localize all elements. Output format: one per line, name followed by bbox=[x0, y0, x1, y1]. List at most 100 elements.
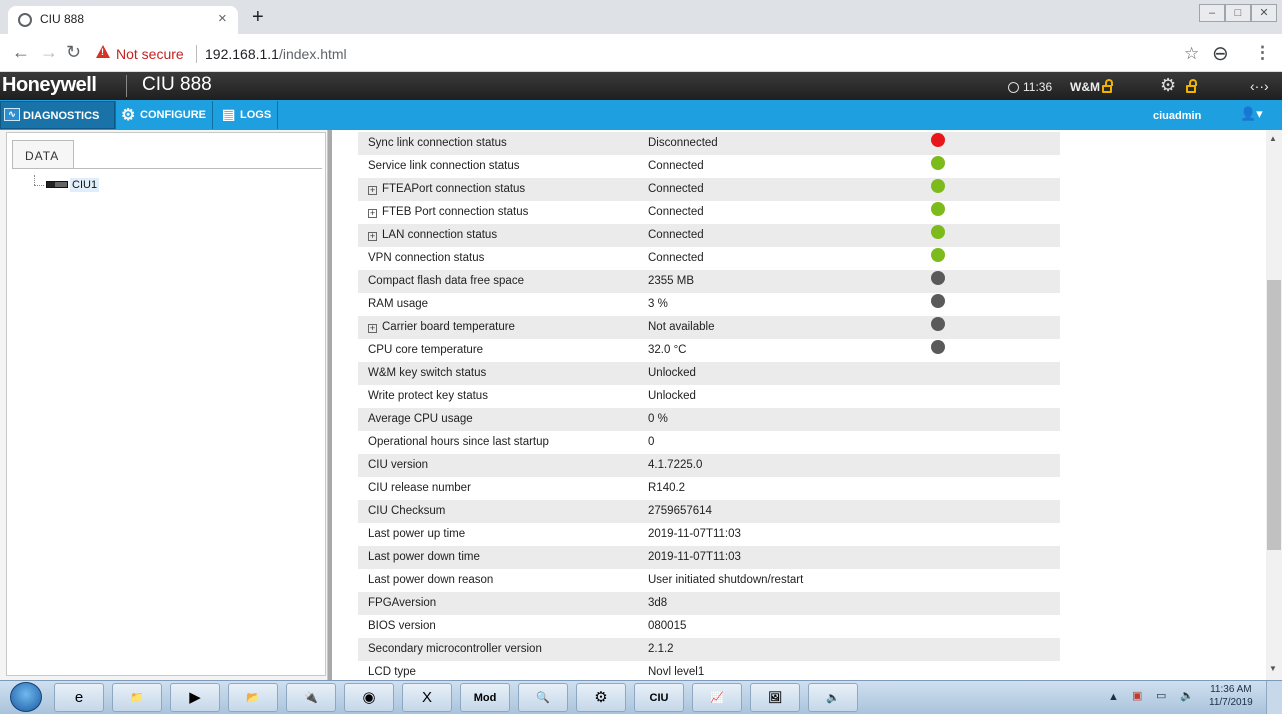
chrome-icon[interactable]: ◉ bbox=[344, 683, 394, 712]
not-secure-label[interactable]: Not secure bbox=[116, 46, 184, 62]
row-label: FPGAversion bbox=[368, 597, 437, 609]
tray-date: 11/7/2019 bbox=[1209, 697, 1253, 708]
network-status-icon[interactable]: ▣ bbox=[1132, 689, 1142, 702]
row-value: 3d8 bbox=[648, 597, 668, 609]
status-indicator-icon bbox=[931, 317, 945, 331]
table-row: CIU version 4.1.7225.0 bbox=[358, 454, 1060, 477]
table-row[interactable]: + LAN connection status Connected bbox=[358, 224, 1060, 247]
media-player-icon[interactable]: ▶ bbox=[170, 683, 220, 712]
row-value: 0 % bbox=[648, 413, 668, 425]
row-value: 2759657614 bbox=[648, 505, 712, 517]
diagnostics-button[interactable]: ∿ DIAGNOSTICS bbox=[0, 101, 115, 129]
table-row[interactable]: + FTEAPort connection status Connected bbox=[358, 178, 1060, 201]
clock-icon bbox=[1008, 82, 1019, 93]
user-name[interactable]: ciuadmin bbox=[1153, 110, 1201, 122]
tree-container bbox=[6, 132, 326, 676]
network-scan-icon[interactable]: ⚙ bbox=[576, 683, 626, 712]
url-path: /index.html bbox=[278, 46, 347, 62]
star-icon[interactable]: ☆ bbox=[1184, 44, 1199, 64]
close-window-button[interactable]: ✕ bbox=[1251, 4, 1277, 22]
row-value: 080015 bbox=[648, 620, 687, 632]
status-indicator-icon bbox=[931, 225, 945, 239]
expand-icon[interactable]: + bbox=[368, 324, 377, 333]
internet-explorer-icon[interactable]: e bbox=[54, 683, 104, 712]
status-indicator-icon bbox=[931, 156, 945, 170]
file-explorer-icon[interactable]: 📁 bbox=[112, 683, 162, 712]
row-value: Unlocked bbox=[648, 367, 696, 379]
expand-icon[interactable]: + bbox=[368, 209, 377, 218]
device-icon bbox=[46, 181, 68, 188]
chart-tool-icon[interactable]: 📈 bbox=[692, 683, 742, 712]
swap-arrows-icon[interactable]: ‹··› bbox=[1250, 78, 1269, 94]
expand-icon[interactable]: + bbox=[368, 186, 377, 195]
scroll-up-icon[interactable]: ▲ bbox=[1269, 134, 1277, 143]
tab-data[interactable]: DATA bbox=[12, 140, 74, 168]
account-icon[interactable]: ⊖ bbox=[1212, 41, 1229, 66]
tray-expand-icon[interactable]: ▲ bbox=[1108, 691, 1119, 703]
row-label: Sync link connection status bbox=[368, 137, 507, 149]
kebab-menu-icon[interactable]: ⋮ bbox=[1254, 43, 1271, 63]
row-value: Unlocked bbox=[648, 390, 696, 402]
table-row: CPU core temperature 32.0 °C bbox=[358, 339, 1060, 362]
display-icon[interactable]: ▭ bbox=[1156, 689, 1166, 702]
tray-clock[interactable]: 11:36 AM 11/7/2019 bbox=[1209, 683, 1253, 709]
show-desktop-button[interactable] bbox=[1266, 681, 1282, 714]
reload-icon[interactable]: ↻ bbox=[66, 42, 81, 63]
clock-time: 11:36 bbox=[1023, 80, 1053, 94]
back-icon[interactable]: ← bbox=[12, 42, 30, 63]
folder-icon[interactable]: 📂 bbox=[228, 683, 278, 712]
configure-button[interactable]: ⚙ CONFIGURE bbox=[116, 101, 212, 129]
user-menu-icon[interactable]: 👤▾ bbox=[1240, 106, 1263, 122]
image-viewer-icon[interactable]: 🖼 bbox=[750, 683, 800, 712]
modbus-icon[interactable]: Mod bbox=[460, 683, 510, 712]
tree-item-ciu1[interactable]: CIU1 bbox=[70, 178, 100, 192]
row-label: Last power down time bbox=[368, 551, 480, 563]
row-label: BIOS version bbox=[368, 620, 436, 632]
minimize-button[interactable]: – bbox=[1199, 4, 1225, 22]
row-value: 3 % bbox=[648, 298, 668, 310]
table-row: RAM usage 3 % bbox=[358, 293, 1060, 316]
row-value: Connected bbox=[648, 183, 704, 195]
table-row: Write protect key status Unlocked bbox=[358, 385, 1060, 408]
row-value: Disconnected bbox=[648, 137, 718, 149]
forward-icon[interactable]: → bbox=[40, 42, 58, 63]
scrollbar-thumb[interactable] bbox=[1267, 280, 1281, 550]
status-indicator-icon bbox=[931, 133, 945, 147]
logs-button[interactable]: ▤ LOGS bbox=[213, 101, 277, 129]
row-label: + FTEB Port connection status bbox=[368, 206, 529, 218]
network-tool-icon[interactable]: 🔌 bbox=[286, 683, 336, 712]
table-row: Last power down time 2019-11-07T11:03 bbox=[358, 546, 1060, 569]
close-tab-icon[interactable]: × bbox=[218, 10, 227, 27]
scroll-down-icon[interactable]: ▼ bbox=[1269, 664, 1277, 673]
new-tab-button[interactable]: + bbox=[252, 6, 264, 29]
row-label: Last power up time bbox=[368, 528, 466, 540]
url-field[interactable]: 192.168.1.1/index.html bbox=[205, 46, 347, 62]
row-value: User initiated shutdown/restart bbox=[648, 574, 804, 586]
row-label: CIU release number bbox=[368, 482, 471, 494]
table-row: CIU Checksum 2759657614 bbox=[358, 500, 1060, 523]
row-value: Connected bbox=[648, 229, 704, 241]
volume-icon[interactable]: 🔈 bbox=[1180, 689, 1194, 702]
row-label: + LAN connection status bbox=[368, 229, 498, 241]
table-row: LCD type Novl level1 bbox=[358, 661, 1060, 680]
audio-tool-icon[interactable]: 🔈 bbox=[808, 683, 858, 712]
table-row: Average CPU usage 0 % bbox=[358, 408, 1060, 431]
status-table: Sync link connection status Disconnected S… bbox=[332, 130, 1266, 680]
maximize-button[interactable]: □ bbox=[1225, 4, 1251, 22]
table-row: FPGAversion 3d8 bbox=[358, 592, 1060, 615]
row-label: Secondary microcontroller version bbox=[368, 643, 542, 655]
table-row[interactable]: + FTEB Port connection status Connected bbox=[358, 201, 1060, 224]
status-indicator-icon bbox=[931, 340, 945, 354]
search-tool-icon[interactable]: 🔍 bbox=[518, 683, 568, 712]
row-value: Novl level1 bbox=[648, 666, 705, 678]
url-host: 192.168.1.1 bbox=[205, 46, 279, 62]
status-indicator-icon bbox=[931, 179, 945, 193]
ciu-app-icon[interactable]: CIU bbox=[634, 683, 684, 712]
table-row[interactable]: + Carrier board temperature Not available bbox=[358, 316, 1060, 339]
excel-icon[interactable]: X bbox=[402, 683, 452, 712]
expand-icon[interactable]: + bbox=[368, 232, 377, 241]
row-value: 2019-11-07T11:03 bbox=[648, 528, 741, 540]
row-value: R140.2 bbox=[648, 482, 686, 494]
start-button[interactable] bbox=[10, 682, 42, 712]
row-label: Last power down reason bbox=[368, 574, 494, 586]
